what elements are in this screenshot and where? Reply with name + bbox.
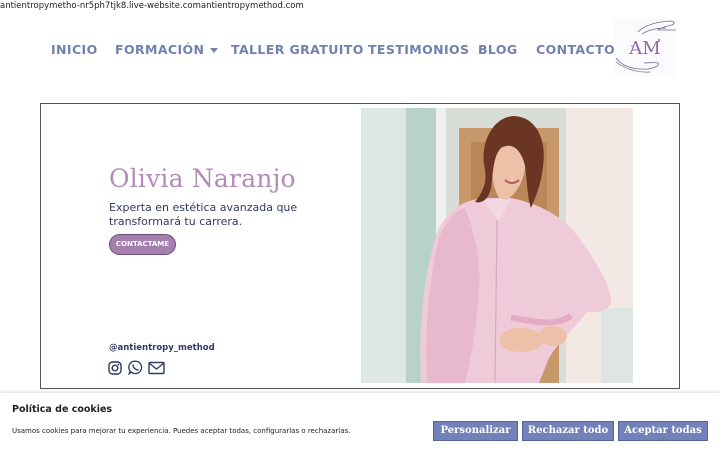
nav-item-formacion[interactable]: FORMACIÓN	[115, 40, 219, 60]
nav-item-contacto[interactable]: CONTACTO	[536, 40, 615, 60]
nav-item-testimonios[interactable]: TESTIMONIOS	[368, 40, 469, 60]
browser-url: antientropymetho-nr5ph7tjk8.live-website…	[0, 1, 304, 11]
whatsapp-icon[interactable]	[127, 360, 146, 376]
cookie-banner-text: Usamos cookies para mejorar tu experienc…	[12, 427, 351, 435]
email-icon[interactable]	[148, 360, 166, 376]
cookie-banner: Política de cookies Usamos cookies para …	[0, 393, 720, 450]
instagram-handle: @antientropy_method	[109, 343, 215, 353]
reject-all-cookies-button[interactable]: Rechazar todo	[522, 421, 614, 441]
hero-name: Olivia Naranjo	[109, 164, 296, 193]
hero-portrait	[361, 108, 633, 383]
customize-cookies-button[interactable]: Personalizar	[433, 421, 518, 441]
hands-logo-icon: AM	[614, 18, 676, 76]
contact-button[interactable]: CONTACTAME	[109, 234, 176, 255]
nav-item-blog[interactable]: BLOG	[478, 40, 518, 60]
chevron-down-icon	[210, 48, 219, 53]
site-logo[interactable]: AM	[614, 18, 676, 76]
nav-item-inicio[interactable]: INICIO	[51, 40, 98, 60]
accept-all-cookies-button[interactable]: Aceptar todas	[618, 421, 708, 441]
svg-text:AM: AM	[628, 38, 660, 59]
nav-item-taller-gratuito[interactable]: TALLER GRATUITO	[231, 40, 364, 60]
main-nav: INICIO FORMACIÓN TALLER GRATUITO TESTIMO…	[0, 40, 720, 60]
hero-subtitle: Experta en estética avanzada que transfo…	[109, 201, 298, 228]
nav-item-formacion-label: FORMACIÓN	[115, 42, 205, 57]
instagram-icon[interactable]	[108, 360, 126, 376]
cookie-banner-title: Política de cookies	[12, 404, 113, 415]
